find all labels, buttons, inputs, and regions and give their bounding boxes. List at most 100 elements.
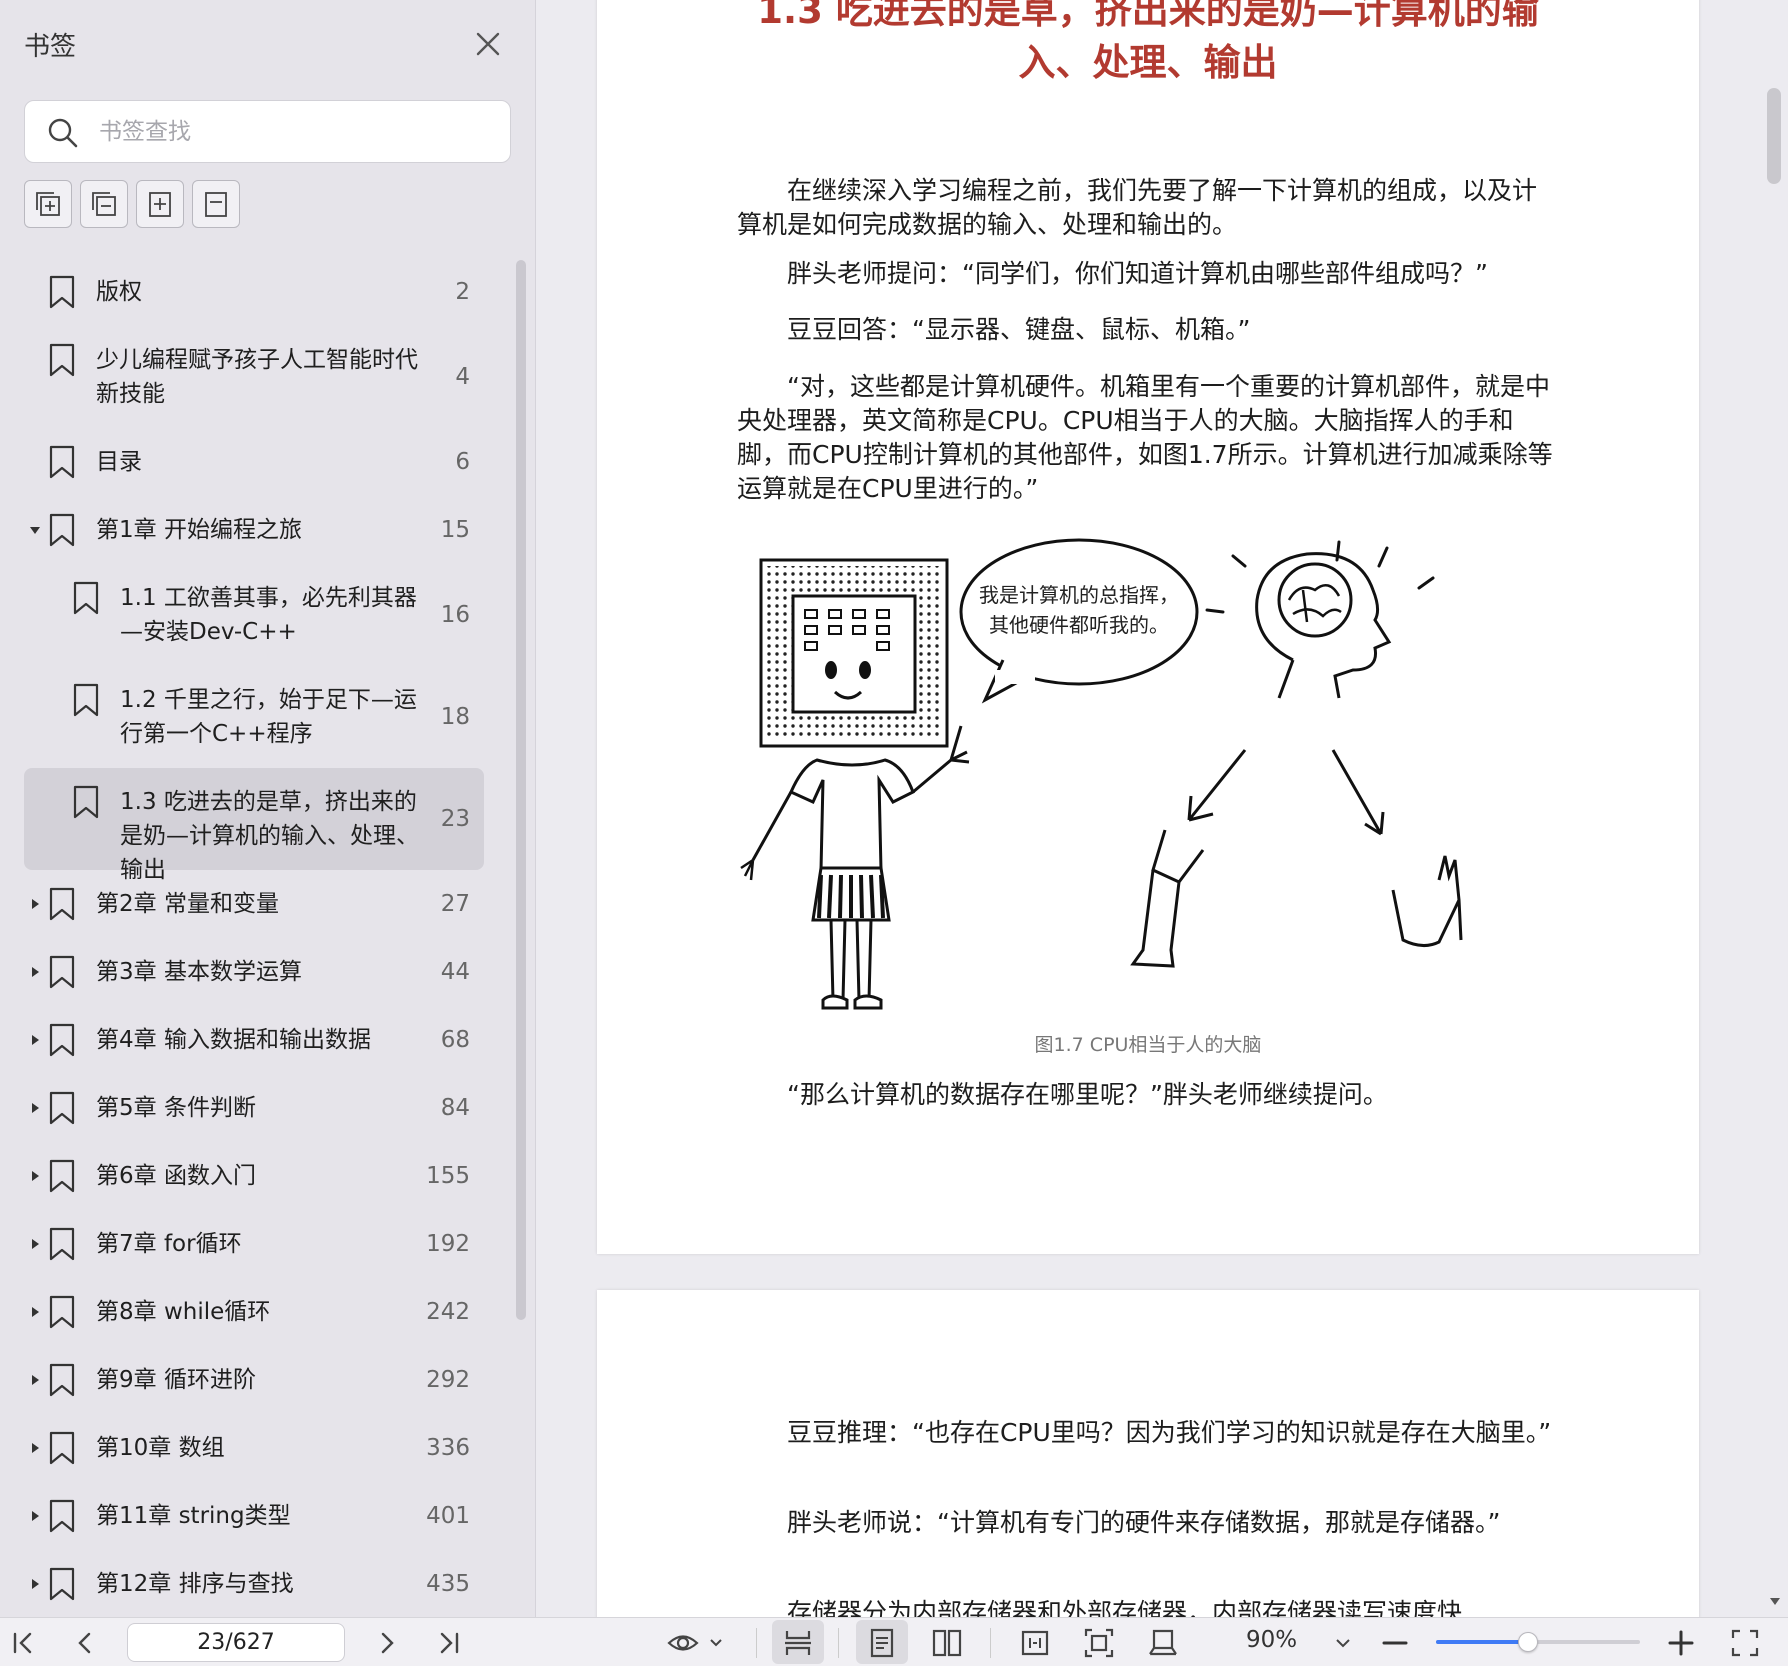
zoom-dropdown-icon[interactable] bbox=[1326, 1626, 1360, 1660]
add-bookmark-button[interactable] bbox=[136, 180, 184, 228]
collapse-all-icon bbox=[92, 192, 116, 216]
bookmark-page-number: 401 bbox=[426, 1503, 470, 1529]
bookmark-icon bbox=[49, 513, 75, 547]
single-page-icon[interactable] bbox=[865, 1626, 899, 1660]
continuous-scroll-icon[interactable] bbox=[781, 1626, 815, 1660]
two-page-icon[interactable] bbox=[930, 1626, 964, 1660]
bookmark-label: 第2章 常量和变量 bbox=[96, 891, 279, 917]
bookmark-item[interactable]: 第4章 输入数据和输出数据 68 bbox=[0, 1006, 510, 1074]
zoom-in-icon[interactable] bbox=[1664, 1626, 1698, 1660]
fit-width-icon[interactable] bbox=[1018, 1626, 1052, 1660]
section-title-line-1: 1.3 吃进去的是草，挤出来的是奶—计算机的输 bbox=[757, 0, 1539, 32]
caret-right-icon[interactable] bbox=[28, 1033, 42, 1047]
bookmark-label: 第10章 数组 bbox=[96, 1435, 225, 1461]
bookmark-page-button[interactable] bbox=[192, 180, 240, 228]
bookmark-page-number: 4 bbox=[455, 364, 470, 390]
scroll-down-icon[interactable] bbox=[1768, 1594, 1782, 1608]
document-viewer: 1.3 吃进去的是草，挤出来的是奶—计算机的输 入、处理、输出 在继续深入学习编… bbox=[537, 0, 1788, 1617]
bookmark-icon bbox=[49, 1567, 75, 1601]
paragraph: 豆豆回答：“显示器、键盘、鼠标、机箱。” bbox=[737, 315, 1251, 344]
caret-right-icon[interactable] bbox=[28, 1373, 42, 1387]
bookmark-item[interactable]: 第2章 常量和变量 27 bbox=[0, 870, 510, 938]
bookmark-item[interactable]: 1.2 千里之行，始于足下—运行第一个C++程序 18 bbox=[0, 666, 510, 768]
bookmark-icon bbox=[49, 955, 75, 989]
fit-page-icon[interactable] bbox=[1082, 1626, 1116, 1660]
bookmark-label: 1.2 千里之行，始于足下—运行第一个C++程序 bbox=[120, 687, 417, 747]
zoom-slider[interactable] bbox=[1436, 1632, 1640, 1652]
bookmark-list: 版权 2 少儿编程赋予孩子人工智能时代新技能 4 目录 6 第1章 开始编程之旅 15 1.1 … bbox=[0, 258, 510, 1617]
zoom-level: 90% bbox=[1246, 1627, 1298, 1653]
caret-right-icon[interactable] bbox=[28, 897, 42, 911]
bookmark-label: 第9章 循环进阶 bbox=[96, 1367, 256, 1393]
prev-page-icon[interactable] bbox=[68, 1626, 102, 1660]
bookmark-item[interactable]: 第3章 基本数学运算 44 bbox=[0, 938, 510, 1006]
caret-right-icon[interactable] bbox=[28, 1577, 42, 1591]
bookmark-search-input[interactable] bbox=[99, 111, 489, 153]
bookmark-item[interactable]: 第9章 循环进阶 292 bbox=[0, 1346, 510, 1414]
bookmark-label: 1.1 工欲善其事，必先利其器—安装Dev-C++ bbox=[120, 585, 417, 645]
bookmark-page-number: 18 bbox=[440, 704, 470, 730]
bookmark-icon bbox=[49, 1363, 75, 1397]
next-page-icon[interactable] bbox=[370, 1626, 404, 1660]
bookmark-item[interactable]: 1.1 工欲善其事，必先利其器—安装Dev-C++ 16 bbox=[0, 564, 510, 666]
bookmark-item[interactable]: 第7章 for循环 192 bbox=[0, 1210, 510, 1278]
bookmark-icon bbox=[49, 1499, 75, 1533]
bookmark-item[interactable]: 第1章 开始编程之旅 15 bbox=[0, 496, 510, 564]
caret-right-icon[interactable] bbox=[28, 1441, 42, 1455]
bookmark-page-number: 27 bbox=[440, 891, 470, 917]
toolbar-divider bbox=[756, 1628, 757, 1658]
bookmark-item[interactable]: 第5章 条件判断 84 bbox=[0, 1074, 510, 1142]
figure-illustration: 我是计算机的总指挥， 其他硬件都听我的。 bbox=[740, 538, 1463, 1010]
caret-down-icon[interactable] bbox=[28, 523, 42, 537]
bookmark-item[interactable]: 第12章 排序与查找 435 bbox=[0, 1550, 510, 1617]
toolbar-divider bbox=[838, 1628, 839, 1658]
caret-right-icon[interactable] bbox=[28, 1101, 42, 1115]
bookmark-item[interactable]: 版权 2 bbox=[0, 258, 510, 326]
bookmark-label: 第7章 for循环 bbox=[96, 1231, 242, 1257]
viewer-scrollbar[interactable] bbox=[1767, 88, 1781, 184]
bookmark-icon bbox=[73, 683, 99, 717]
search-icon bbox=[47, 117, 79, 149]
bookmark-page-number: 292 bbox=[426, 1367, 470, 1393]
bookmark-item[interactable]: 少儿编程赋予孩子人工智能时代新技能 4 bbox=[0, 326, 510, 428]
paragraph: 胖头老师说：“计算机有专门的硬件来存储数据，那就是存储器。” bbox=[737, 1508, 1501, 1537]
sidebar-scrollbar[interactable] bbox=[516, 260, 526, 1320]
zoom-out-icon[interactable] bbox=[1378, 1626, 1412, 1660]
figure-caption: 图1.7 CPU相当于人的大脑 bbox=[1034, 1034, 1262, 1056]
bookmark-sidebar: 书签 版权 2 少儿编程赋予孩子人工智能时代新技能 4 目录 6 第1章 开始编程之旅 15 1… bbox=[0, 0, 536, 1617]
bookmark-label: 第6章 函数入门 bbox=[96, 1163, 256, 1189]
document-page: 豆豆推理：“也存在CPU里吗？因为我们学习的知识就是存在大脑里。” 胖头老师说：… bbox=[597, 1290, 1699, 1617]
bookmark-item[interactable]: 1.3 吃进去的是草，挤出来的是奶—计算机的输入、处理、输出 23 bbox=[0, 768, 510, 883]
bookmark-page-number: 6 bbox=[455, 449, 470, 475]
bookmark-item[interactable]: 第8章 while循环 242 bbox=[0, 1278, 510, 1346]
first-page-icon[interactable] bbox=[6, 1626, 40, 1660]
bookmark-page-number: 242 bbox=[426, 1299, 470, 1325]
rotate-page-icon[interactable] bbox=[1146, 1626, 1180, 1660]
caret-right-icon[interactable] bbox=[28, 1305, 42, 1319]
bookmark-icon bbox=[49, 343, 75, 377]
page-number-input[interactable] bbox=[127, 1623, 345, 1662]
caret-right-icon[interactable] bbox=[28, 1169, 42, 1183]
fullscreen-icon[interactable] bbox=[1728, 1626, 1762, 1660]
bookmark-page-number: 2 bbox=[455, 279, 470, 305]
bookmark-item[interactable]: 第11章 string类型 401 bbox=[0, 1482, 510, 1550]
bubble-text-line-1: 我是计算机的总指挥， bbox=[979, 583, 1179, 607]
bookmark-item[interactable]: 第6章 函数入门 155 bbox=[0, 1142, 510, 1210]
zoom-slider-handle[interactable] bbox=[1517, 1632, 1538, 1652]
bookmark-icon bbox=[49, 1159, 75, 1193]
bottom-toolbar: 90% bbox=[0, 1617, 1788, 1666]
caret-right-icon[interactable] bbox=[28, 965, 42, 979]
bookmark-item[interactable]: 目录 6 bbox=[0, 428, 510, 496]
bookmark-page-icon bbox=[205, 192, 227, 217]
expand-all-button[interactable] bbox=[24, 180, 72, 228]
bookmark-icon bbox=[49, 1295, 75, 1329]
collapse-all-button[interactable] bbox=[80, 180, 128, 228]
close-icon[interactable] bbox=[470, 26, 506, 62]
last-page-icon[interactable] bbox=[432, 1626, 466, 1660]
view-mode-eye-icon[interactable] bbox=[666, 1626, 726, 1660]
bookmark-tools bbox=[24, 180, 240, 228]
bookmark-item[interactable]: 第10章 数组 336 bbox=[0, 1414, 510, 1482]
caret-right-icon[interactable] bbox=[28, 1237, 42, 1251]
caret-right-icon[interactable] bbox=[28, 1509, 42, 1523]
bookmark-label: 第5章 条件判断 bbox=[96, 1095, 256, 1121]
